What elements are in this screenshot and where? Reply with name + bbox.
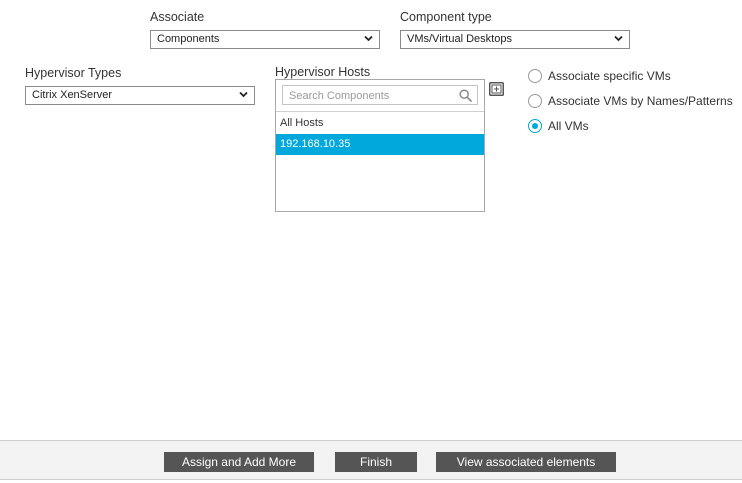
search-icon[interactable]: [459, 89, 472, 102]
radio-label-specific-vms: Associate specific VMs: [548, 69, 671, 83]
hypervisor-hosts-label: Hypervisor Hosts: [275, 65, 371, 79]
view-associated-elements-button[interactable]: View associated elements: [436, 452, 616, 472]
search-components-input[interactable]: [283, 87, 454, 105]
radio-label-all-vms: All VMs: [548, 119, 589, 133]
expand-list-icon[interactable]: [489, 82, 504, 96]
list-divider: [276, 111, 484, 112]
finish-button[interactable]: Finish: [335, 452, 417, 472]
assign-add-more-button[interactable]: Assign and Add More: [164, 452, 314, 472]
component-type-label: Component type: [400, 10, 492, 24]
radio-dot: [532, 123, 538, 129]
radio-button-checked[interactable]: [528, 119, 542, 133]
component-type-select[interactable]: VMs/Virtual Desktops: [400, 30, 630, 49]
chevron-down-icon: [614, 35, 623, 42]
radio-button[interactable]: [528, 69, 542, 83]
hypervisor-types-select[interactable]: Citrix XenServer: [25, 86, 255, 105]
component-type-select-value: VMs/Virtual Desktops: [407, 33, 512, 45]
associate-select[interactable]: Components: [150, 30, 380, 49]
search-box: [282, 85, 478, 105]
chevron-down-icon: [239, 91, 248, 98]
hypervisor-types-label: Hypervisor Types: [25, 66, 122, 80]
host-item-all-hosts[interactable]: All Hosts: [276, 113, 484, 134]
radio-label-names-patterns: Associate VMs by Names/Patterns: [548, 94, 733, 108]
footer-bar: Assign and Add More Finish View associat…: [0, 440, 742, 480]
associate-label: Associate: [150, 10, 205, 24]
host-item-selected[interactable]: 192.168.10.35: [276, 134, 484, 155]
hypervisor-hosts-list: All Hosts 192.168.10.35: [275, 79, 485, 212]
hypervisor-types-select-value: Citrix XenServer: [32, 89, 113, 101]
associate-select-value: Components: [157, 33, 220, 45]
radio-button[interactable]: [528, 94, 542, 108]
chevron-down-icon: [364, 35, 373, 42]
